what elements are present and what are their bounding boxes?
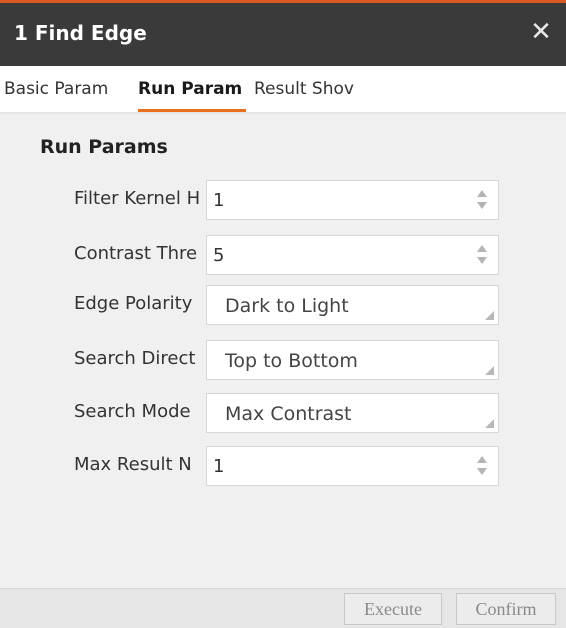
param-row-edge-polarity: Edge Polarity Dark to Light (0, 285, 566, 325)
field-value: Top to Bottom (225, 350, 358, 372)
param-row-search-mode: Search Mode Max Contrast (0, 393, 566, 433)
close-icon[interactable]: ✕ (526, 17, 556, 47)
field-value: 1 (213, 190, 225, 211)
param-row-search-direction: Search Direct Top to Bottom (0, 340, 566, 380)
param-label: Edge Polarity (74, 293, 193, 314)
param-label: Search Direct (74, 348, 196, 369)
spin-up-icon[interactable] (477, 190, 487, 197)
search-mode-select[interactable]: Max Contrast (206, 393, 499, 433)
find-edge-dialog: 1 Find Edge ✕ Basic Param Run Param Resu… (0, 0, 566, 628)
param-label: Filter Kernel H (74, 188, 201, 209)
confirm-button[interactable]: Confirm (456, 593, 556, 625)
contrast-threshold-spinbox[interactable]: 5 (206, 235, 499, 275)
filter-kernel-spinbox[interactable]: 1 (206, 180, 499, 220)
tab-bar: Basic Param Run Param Result Shov (0, 66, 566, 114)
param-row-max-result: Max Result N 1 (0, 446, 566, 486)
field-value: Dark to Light (225, 295, 349, 317)
dropdown-corner-icon (485, 311, 494, 320)
tab-result-show[interactable]: Result Shov (254, 66, 362, 112)
param-label: Search Mode (74, 401, 191, 422)
param-label: Contrast Thre (74, 243, 198, 264)
title-bar: 1 Find Edge ✕ (0, 0, 566, 66)
param-label: Max Result N (74, 454, 192, 475)
dropdown-corner-icon (485, 419, 494, 428)
spin-down-icon[interactable] (477, 468, 487, 475)
dialog-footer: Execute Confirm (0, 588, 566, 628)
param-row-filter-kernel: Filter Kernel H 1 (0, 180, 566, 220)
param-row-contrast-threshold: Contrast Thre 5 (0, 235, 566, 275)
field-value: 1 (213, 456, 225, 477)
tab-basic-param[interactable]: Basic Param (4, 66, 130, 112)
spin-down-icon[interactable] (477, 257, 487, 264)
field-value: Max Contrast (225, 403, 352, 425)
spin-up-icon[interactable] (477, 456, 487, 463)
field-value: 5 (213, 245, 225, 266)
spin-down-icon[interactable] (477, 202, 487, 209)
max-result-spinbox[interactable]: 1 (206, 446, 499, 486)
search-direction-select[interactable]: Top to Bottom (206, 340, 499, 380)
edge-polarity-select[interactable]: Dark to Light (206, 285, 499, 325)
execute-button[interactable]: Execute (344, 593, 442, 625)
section-title: Run Params (40, 136, 168, 158)
dropdown-corner-icon (485, 366, 494, 375)
dialog-title: 1 Find Edge (14, 21, 147, 45)
tab-run-param[interactable]: Run Param (138, 66, 246, 112)
spin-up-icon[interactable] (477, 245, 487, 252)
run-params-panel: Run Params Filter Kernel H 1 Contrast Th… (0, 114, 566, 588)
